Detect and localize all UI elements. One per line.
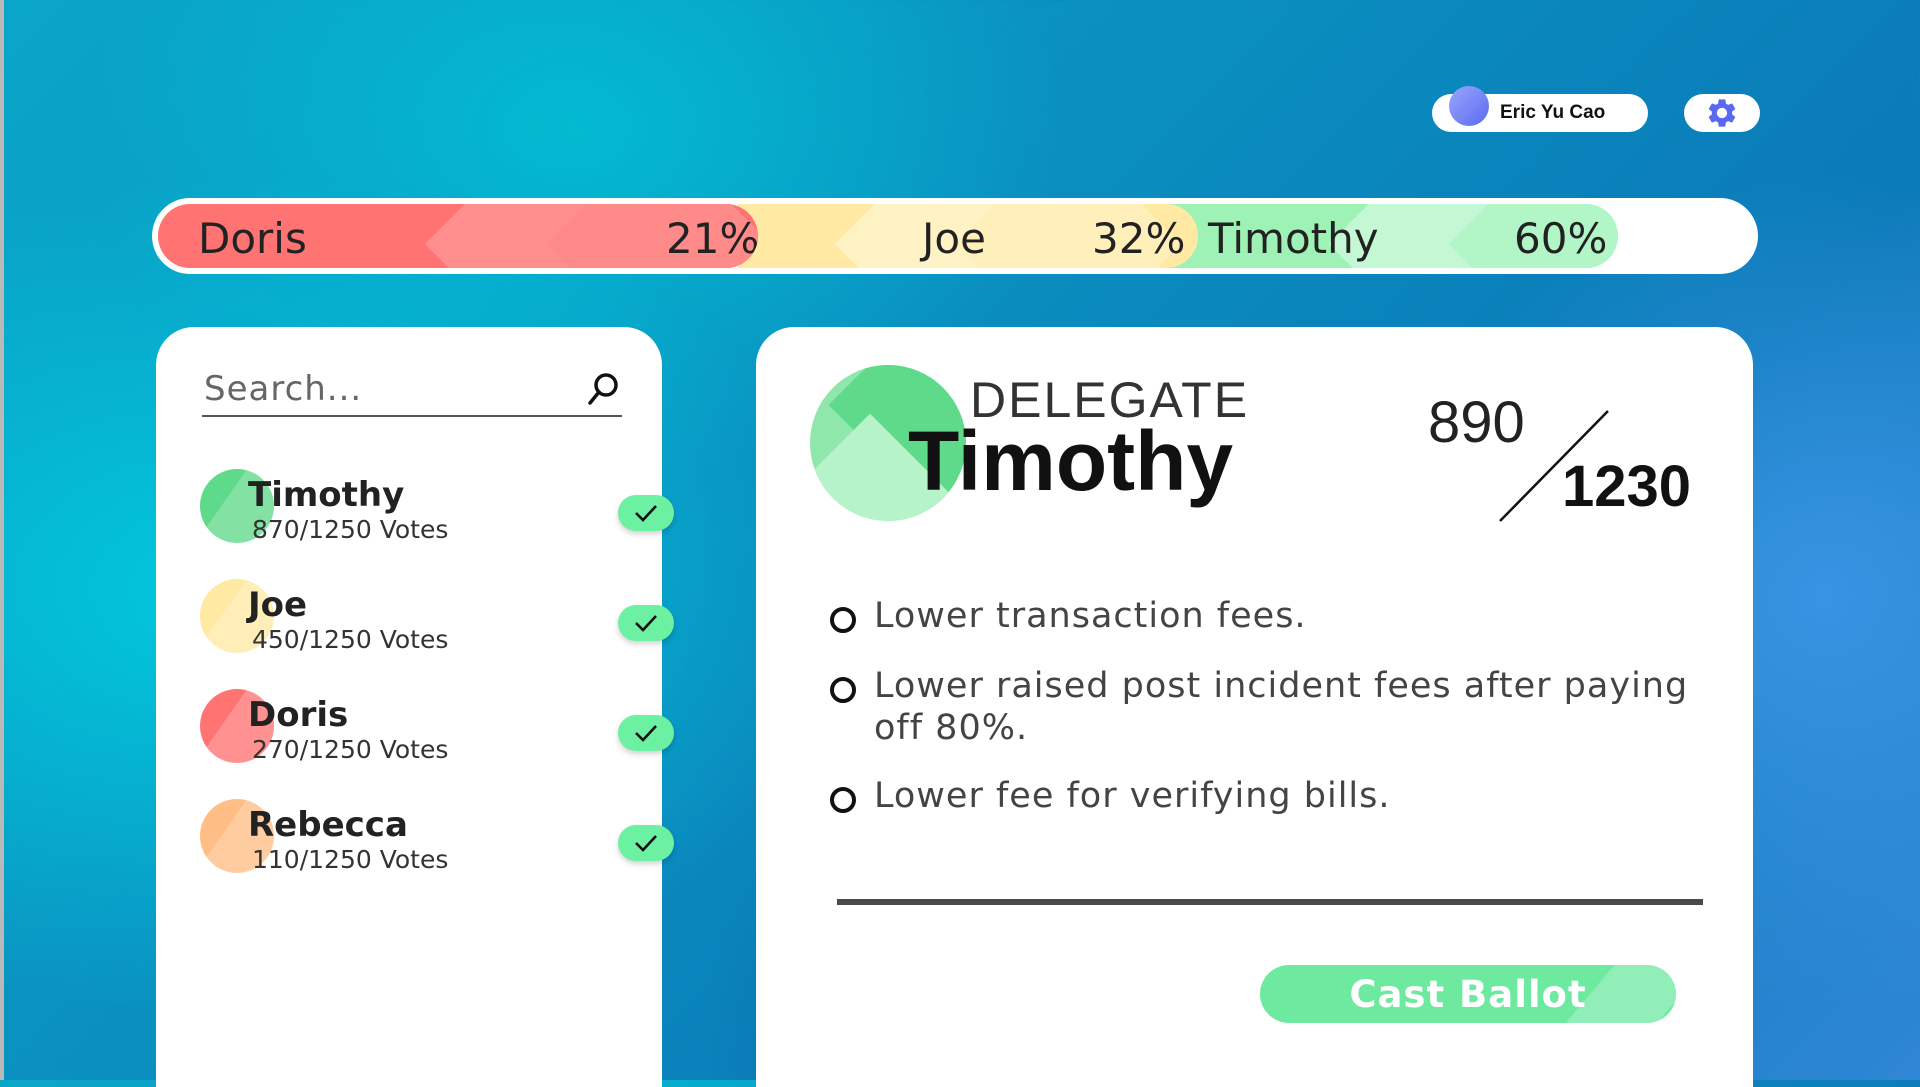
- candidate-votes: 110/1250 Votes: [252, 845, 449, 874]
- candidate-name: Timothy: [248, 475, 405, 515]
- search-box: [202, 365, 622, 417]
- user-name: Eric Yu Cao: [1500, 102, 1606, 123]
- segment-name: Doris: [198, 214, 307, 263]
- bullet-icon: [830, 787, 856, 813]
- user-profile-button[interactable]: Eric Yu Cao: [1432, 86, 1648, 132]
- window-edge: [0, 0, 4, 1080]
- policy-item: Lower transaction fees.: [830, 595, 1696, 637]
- select-candidate-toggle[interactable]: [618, 495, 674, 531]
- search-icon[interactable]: [586, 371, 620, 407]
- checkmark-icon: [635, 615, 657, 632]
- delegate-name: Timothy: [908, 414, 1234, 508]
- cast-ballot-button[interactable]: Cast Ballot: [1260, 965, 1676, 1023]
- checkmark-icon: [635, 725, 657, 742]
- segment-percent: 32%: [1092, 214, 1186, 263]
- segment-percent: 60%: [1514, 214, 1608, 263]
- policy-text: Lower transaction fees.: [874, 596, 1307, 636]
- candidate-item-rebecca[interactable]: Rebecca 110/1250 Votes: [200, 799, 674, 879]
- candidate-item-joe[interactable]: Joe 450/1250 Votes: [200, 579, 674, 659]
- policy-text: Lower raised post incident fees after pa…: [874, 666, 1689, 748]
- gear-icon: [1708, 99, 1736, 127]
- cast-ballot-label: Cast Ballot: [1349, 972, 1587, 1016]
- candidate-votes: 870/1250 Votes: [252, 515, 449, 544]
- select-candidate-toggle[interactable]: [618, 605, 674, 641]
- result-segment-timothy: Timothy 60%: [1162, 204, 1618, 268]
- select-candidate-toggle[interactable]: [618, 715, 674, 751]
- candidate-panel: Timothy 870/1250 Votes Joe 450/1250 Vote…: [156, 327, 674, 1087]
- result-segment-joe: Joe 32%: [738, 204, 1198, 268]
- segment-name: Timothy: [1208, 214, 1379, 263]
- candidate-item-doris[interactable]: Doris 270/1250 Votes: [200, 689, 674, 769]
- candidate-item-timothy[interactable]: Timothy 870/1250 Votes: [200, 469, 674, 549]
- checkmark-icon: [635, 835, 657, 852]
- candidate-votes: 270/1250 Votes: [252, 735, 449, 764]
- avatar: [1449, 86, 1489, 126]
- policy-item: Lower fee for verifying bills.: [830, 775, 1696, 817]
- search-input[interactable]: [202, 365, 566, 413]
- segment-percent: 21%: [666, 214, 758, 263]
- divider: [837, 899, 1703, 905]
- settings-button[interactable]: [1684, 94, 1760, 132]
- candidate-name: Joe: [248, 585, 308, 625]
- select-candidate-toggle[interactable]: [618, 825, 674, 861]
- policy-item: Lower raised post incident fees after pa…: [830, 665, 1696, 749]
- checkmark-icon: [635, 505, 657, 522]
- candidate-votes: 450/1250 Votes: [252, 625, 449, 654]
- segment-name: Joe: [922, 214, 986, 263]
- votes-required: 1230: [1562, 454, 1692, 519]
- policy-text: Lower fee for verifying bills.: [874, 776, 1391, 816]
- delegate-detail-panel: DELEGATE Timothy 890 1230 Lower transact…: [756, 327, 1753, 1087]
- candidate-name: Doris: [248, 695, 349, 735]
- candidate-name: Rebecca: [248, 805, 408, 845]
- result-segment-doris: Doris 21%: [158, 204, 758, 268]
- bullet-icon: [830, 607, 856, 633]
- bullet-icon: [830, 677, 856, 703]
- results-bar: Timothy 60% Joe 32% Doris 21%: [152, 198, 1758, 274]
